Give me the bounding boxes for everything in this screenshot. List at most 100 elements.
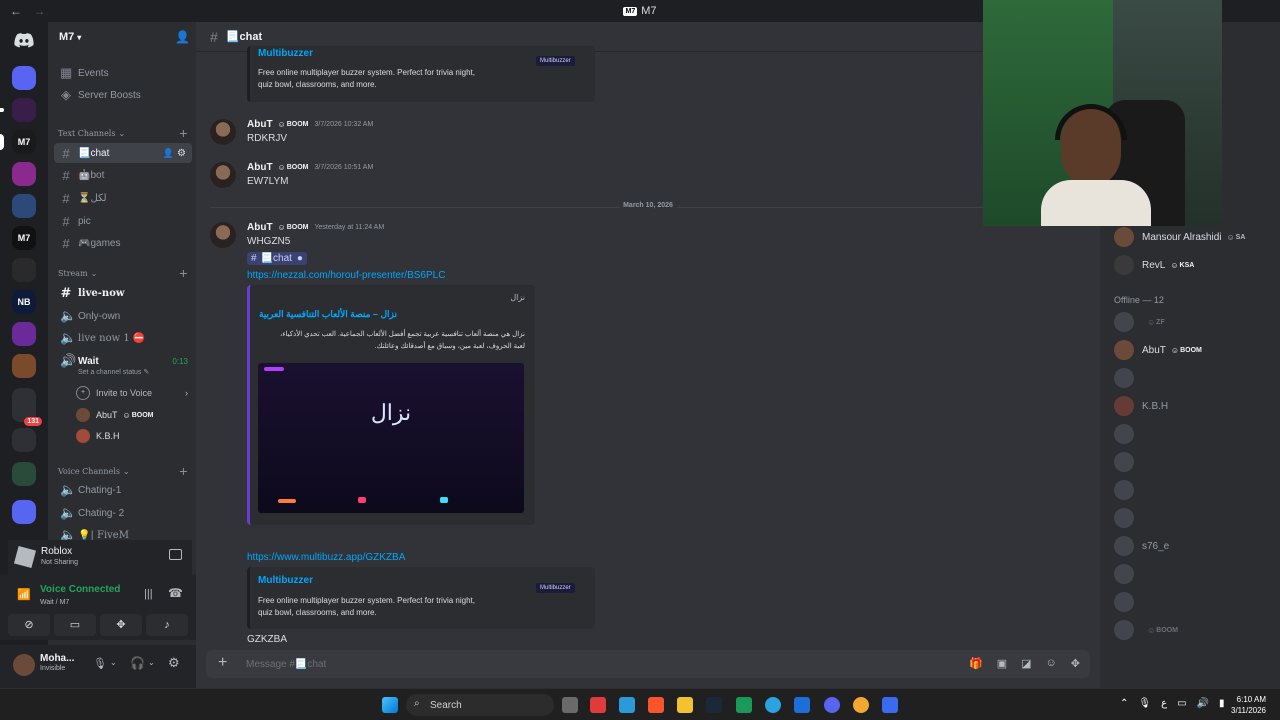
voice-status[interactable]: Voice Connected — [40, 584, 120, 595]
voice-channel-chating-1[interactable]: 🔈 Chating-1 — [54, 480, 192, 500]
message-link[interactable]: https://www.multibuzz.app/GZKZBA — [247, 552, 405, 563]
app-icon[interactable] — [619, 697, 635, 713]
server-icon[interactable] — [12, 162, 36, 186]
member-item[interactable] — [1114, 479, 1142, 501]
app-icon[interactable] — [736, 697, 752, 713]
noise-suppression-icon[interactable]: ||| — [144, 588, 153, 600]
user-status[interactable]: Invisible — [40, 665, 65, 672]
category-stream[interactable]: Stream ⌄ + — [58, 267, 192, 280]
user-avatar[interactable] — [13, 654, 35, 676]
add-member-icon[interactable]: 👤 — [163, 148, 174, 159]
channel-pic[interactable]: # pic — [54, 211, 192, 231]
avatar[interactable] — [210, 162, 236, 188]
apps-icon[interactable]: ✥ — [1071, 657, 1080, 670]
member-item[interactable] — [1114, 591, 1142, 613]
server-icon[interactable] — [12, 66, 36, 90]
headphones-icon[interactable]: 🎧 — [130, 656, 145, 670]
soundboard-button[interactable]: ♪ — [146, 614, 188, 636]
server-icon[interactable] — [0, 98, 36, 122]
disconnect-icon[interactable]: ☎ — [168, 586, 183, 600]
channel-3[interactable]: # ⏳لكل — [54, 188, 192, 208]
avatar[interactable] — [210, 119, 236, 145]
member-item[interactable] — [1114, 563, 1142, 585]
category-text-channels[interactable]: Text Channels ⌄ + — [58, 127, 192, 140]
channel-games[interactable]: # 🎮games — [54, 233, 192, 253]
add-attachment-icon[interactable]: + — [218, 654, 227, 672]
battery-icon[interactable]: ▮ — [1219, 698, 1225, 709]
member-item[interactable]: K.B.H — [1114, 395, 1168, 417]
camera-off-button[interactable]: ⊘ — [8, 614, 50, 636]
channel-chat[interactable]: # 📃chat 👤 ⚙ — [54, 143, 192, 163]
voice-location[interactable]: Wait / M7 — [40, 599, 69, 606]
voice-channel-live-now-1[interactable]: 🔈 live now 1 ⛔ — [54, 328, 192, 348]
server-folder-icon[interactable]: 131 — [12, 388, 42, 426]
server-icon[interactable] — [12, 500, 36, 524]
chevron-down-icon[interactable]: ⌄ — [148, 658, 155, 667]
message-input[interactable]: Message #📃chat — [246, 659, 326, 670]
chevron-up-icon[interactable]: ⌃ — [1120, 698, 1128, 709]
member-item[interactable]: s76_e — [1114, 535, 1169, 557]
message-link[interactable]: https://nezzal.com/horouf-presenter/BS6P… — [247, 270, 445, 281]
channel-live-now[interactable]: # live-now — [54, 283, 192, 303]
app-icon[interactable] — [882, 697, 898, 713]
server-icon[interactable] — [12, 258, 36, 282]
channel-bot[interactable]: # 🤖bot — [54, 165, 192, 185]
stream-screen-icon[interactable] — [169, 549, 182, 560]
discord-taskbar-icon[interactable] — [824, 697, 840, 713]
app-icon[interactable] — [853, 697, 869, 713]
category-voice-channels[interactable]: Voice Channels ⌄ + — [58, 465, 192, 478]
gif-icon[interactable]: ▣ — [997, 657, 1007, 670]
create-channel-icon[interactable]: + — [179, 465, 188, 478]
server-icon[interactable] — [12, 462, 36, 486]
taskbar-search[interactable]: ⌕ Search — [406, 694, 554, 716]
message-composer[interactable]: + Message #📃chat 🎁 ▣ ◪ ☺ ✥ — [206, 650, 1090, 678]
sticker-icon[interactable]: ◪ — [1021, 657, 1031, 670]
avatar[interactable] — [210, 222, 236, 248]
add-friend-icon[interactable]: 👤 — [175, 30, 190, 44]
gift-icon[interactable]: 🎁 — [969, 657, 983, 670]
signal-icon[interactable]: 📶 — [17, 588, 31, 601]
server-header[interactable]: M7 ▾ 👤 — [48, 22, 196, 52]
steam-icon[interactable] — [706, 697, 722, 713]
create-channel-icon[interactable]: + — [179, 267, 188, 280]
server-icon[interactable]: NB — [12, 290, 36, 314]
member-item[interactable]: AbuTBOOM — [1114, 339, 1202, 361]
screen-share-button[interactable]: ▭ — [54, 614, 96, 636]
voice-user[interactable]: K.B.H — [76, 427, 120, 445]
discord-home-icon[interactable] — [12, 28, 36, 52]
taskbar-clock[interactable]: 6:10 AM 3/11/2026 — [1231, 694, 1266, 716]
app-icon[interactable] — [794, 697, 810, 713]
member-item[interactable]: RevLKSA — [1114, 254, 1194, 276]
voice-channel-only-own[interactable]: 🔈 Only-own — [54, 306, 192, 326]
server-icon[interactable]: M7 — [12, 226, 36, 250]
gear-icon[interactable]: ⚙ — [177, 148, 186, 159]
embed-title[interactable]: Multibuzzer — [258, 48, 313, 59]
member-item[interactable] — [1114, 367, 1142, 389]
server-icon[interactable] — [12, 194, 36, 218]
author-name[interactable]: AbuT — [247, 119, 273, 130]
member-item[interactable]: ZF — [1114, 311, 1165, 333]
channel-mention[interactable]: # 📃chat ● — [247, 252, 307, 265]
server-icon[interactable] — [12, 354, 36, 378]
display-icon[interactable]: ▭ — [1177, 698, 1186, 709]
embed-title[interactable]: نزال – منصة الألعاب التنافسية العربية — [259, 309, 397, 320]
emoji-icon[interactable]: ☺ — [1046, 657, 1057, 670]
create-channel-icon[interactable]: + — [179, 127, 188, 140]
app-icon[interactable] — [590, 697, 606, 713]
member-item[interactable]: Mansour AlrashidiSA — [1114, 226, 1245, 248]
voice-user[interactable]: AbuTBOOM — [76, 406, 153, 424]
member-item[interactable] — [1114, 423, 1142, 445]
embed-image[interactable]: نزال — [258, 363, 524, 513]
telegram-icon[interactable] — [765, 697, 781, 713]
brave-icon[interactable] — [648, 697, 664, 713]
task-view-icon[interactable] — [562, 697, 578, 713]
author-name[interactable]: AbuT — [247, 222, 273, 233]
sidebar-item-events[interactable]: ▦ Events — [54, 63, 192, 83]
chevron-down-icon[interactable]: ⌄ — [110, 658, 117, 667]
embed-title[interactable]: Multibuzzer — [258, 575, 313, 586]
microphone-icon[interactable]: 🎙 — [1138, 698, 1151, 709]
server-icon[interactable]: M7 — [0, 130, 36, 154]
user-name[interactable]: Moha... — [40, 653, 74, 664]
member-item[interactable]: BOOM — [1114, 619, 1178, 641]
gear-icon[interactable]: ⚙ — [168, 655, 180, 671]
